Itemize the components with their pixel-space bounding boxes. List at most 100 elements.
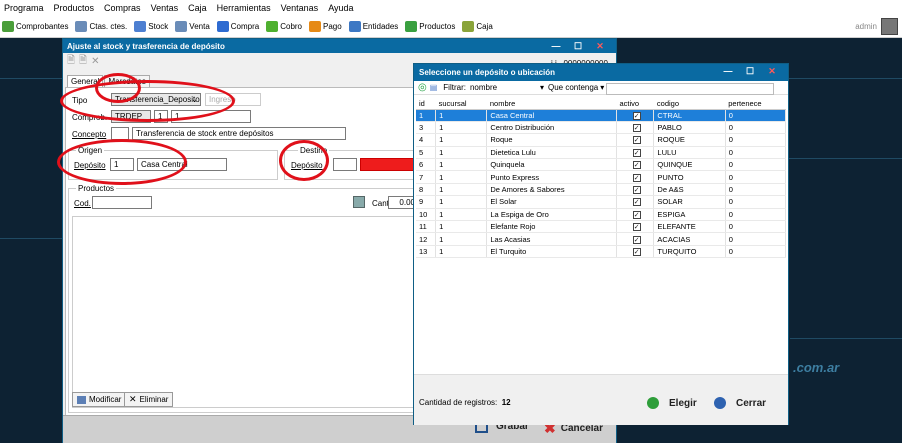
cell-codigo: PUNTO	[653, 170, 726, 184]
close-icon[interactable]: ✕	[91, 56, 99, 67]
cell-pertenece: 0	[725, 195, 787, 209]
whatsapp-icon[interactable]: ◎	[418, 82, 427, 93]
eliminar-button[interactable]: ✕ Eliminar	[124, 392, 174, 407]
checkbox-icon[interactable]: ✓	[632, 148, 641, 157]
table-row[interactable]: 1 1 Casa Central ✓ CTRAL 0	[416, 109, 787, 122]
cell-nombre: Casa Central	[486, 109, 617, 122]
menu-item-compras[interactable]: Compras	[104, 3, 141, 13]
elegir-button[interactable]: Elegir	[647, 397, 697, 409]
export-icon[interactable]: ▤	[430, 83, 438, 92]
table-row[interactable]: 3 1 Centro Distribución ✓ PABLO 0	[416, 121, 787, 135]
checkbox-icon[interactable]: ✓	[632, 173, 641, 182]
delete-icon: ✕	[129, 394, 137, 404]
column-header-codigo[interactable]: codigo	[653, 98, 726, 110]
table-row[interactable]: 6 1 Quinquela ✓ QUINQUE 0	[416, 158, 787, 172]
table-row[interactable]: 13 1 El Turquito ✓ TURQUITO 0	[416, 245, 787, 259]
table-row[interactable]: 8 1 De Amores & Sabores ✓ De A&S 0	[416, 183, 787, 197]
cell-sucursal: 1	[435, 109, 488, 122]
checkbox-icon[interactable]: ✓	[632, 186, 641, 195]
cell-activo: ✓	[616, 220, 655, 234]
table-row[interactable]: 7 1 Punto Express ✓ PUNTO 0	[416, 170, 787, 184]
destino-id-field[interactable]	[333, 158, 357, 171]
cell-activo: ✓	[616, 183, 655, 197]
column-header-id[interactable]: id	[416, 98, 436, 110]
maximize-button[interactable]: ☐	[570, 39, 586, 53]
column-header-sucursal[interactable]: sucursal	[435, 98, 487, 110]
table-row[interactable]: 5 1 Dietetica Lulu ✓ LULU 0	[416, 146, 787, 160]
column-header-activo[interactable]: activo	[616, 98, 654, 110]
filter-field-select[interactable]: nombre	[470, 83, 540, 92]
user-area[interactable]: admin	[855, 18, 898, 35]
toolbar-ctas-ctes-button[interactable]: Ctas. ctes.	[75, 21, 127, 32]
table-row[interactable]: 11 1 Elefante Rojo ✓ ELEFANTE 0	[416, 220, 787, 234]
checkbox-icon[interactable]: ✓	[632, 235, 641, 244]
search-product-icon[interactable]	[353, 196, 365, 208]
close-button[interactable]: ✕	[764, 64, 780, 78]
checkbox-icon[interactable]: ✓	[632, 198, 641, 207]
close-button[interactable]: ✕	[592, 39, 608, 53]
checkbox-icon[interactable]: ✓	[632, 111, 641, 120]
edit-icon[interactable]: 🗎	[79, 53, 87, 70]
concepto-field[interactable]: Transferencia de stock entre depósitos	[132, 127, 346, 140]
toolbar-cajabutton[interactable]: Caja	[462, 21, 493, 32]
cell-pertenece: 0	[725, 232, 787, 246]
maximize-button[interactable]: ☐	[742, 64, 758, 78]
cell-id: 1	[416, 109, 437, 122]
menu-item-ventanas[interactable]: Ventanas	[281, 3, 319, 13]
checkbox-icon[interactable]: ✓	[632, 223, 641, 232]
destino-name-field[interactable]	[360, 158, 420, 171]
checkbox-icon[interactable]: ✓	[632, 210, 641, 219]
menu-item-productos[interactable]: Productos	[54, 3, 95, 13]
edit-icon	[77, 395, 86, 404]
cod-link[interactable]: Cod.	[74, 199, 91, 208]
products-grid[interactable]	[72, 216, 417, 408]
checkbox-icon[interactable]: ✓	[632, 136, 641, 145]
cell-nombre: Elefante Rojo	[486, 220, 617, 234]
cell-codigo: CTRAL	[653, 109, 726, 122]
menu-item-ayuda[interactable]: Ayuda	[328, 3, 353, 13]
table-row[interactable]: 10 1 La Espiga de Oro ✓ ESPIGA 0	[416, 208, 787, 222]
menu-item-caja[interactable]: Caja	[188, 3, 207, 13]
column-header-nombre[interactable]: nombre	[486, 98, 617, 110]
cell-codigo: ELEFANTE	[653, 220, 726, 234]
checkbox-icon[interactable]: ✓	[632, 247, 641, 256]
toolbar-ventabutton[interactable]: Venta	[175, 21, 210, 32]
cell-id: 8	[416, 183, 437, 197]
checkbox-icon[interactable]: ✓	[632, 161, 641, 170]
toolbar-cobrobutton[interactable]: Cobro	[266, 21, 302, 32]
cell-activo: ✓	[616, 208, 655, 222]
toolbar-pagobutton[interactable]: Pago	[309, 21, 342, 32]
cell-id: 6	[416, 158, 437, 172]
money-out-icon	[309, 21, 322, 32]
cell-codigo: QUINQUE	[653, 158, 726, 172]
concepto-link[interactable]: Concepto	[72, 130, 106, 139]
table-row[interactable]: 4 1 Roque ✓ ROQUE 0	[416, 133, 787, 147]
save-icon[interactable]: 🗎	[67, 53, 75, 70]
toolbar-entidadesbutton[interactable]: Entidades	[348, 21, 398, 32]
cerrar-button[interactable]: Cerrar	[714, 397, 766, 409]
menu-item-herramientas[interactable]: Herramientas	[217, 3, 271, 13]
table-row[interactable]: 9 1 El Solar ✓ SOLAR 0	[416, 195, 787, 209]
cod-field[interactable]	[92, 196, 152, 209]
table-row[interactable]: 12 1 Las Acasias ✓ ACACIAS 0	[416, 232, 787, 246]
menu-item-ventas[interactable]: Ventas	[151, 3, 179, 13]
filter-mode-select[interactable]: Que contenga	[548, 83, 598, 92]
deposits-table: id sucursal nombre activo codigo pertenece 11…	[416, 98, 787, 259]
toolbar-comprobantesbutton[interactable]: Comprobantes	[2, 21, 68, 32]
checkbox-icon[interactable]: ✓	[632, 124, 641, 133]
cell-activo: ✓	[616, 245, 655, 259]
minimize-button[interactable]: —	[548, 39, 564, 53]
cart-icon	[216, 21, 229, 32]
cell-activo: ✓	[616, 232, 655, 246]
toolbar-stockbutton[interactable]: Stock	[134, 21, 168, 32]
modificar-button[interactable]: Modificar	[72, 392, 127, 407]
cell-id: 7	[416, 170, 437, 184]
toolbar-productosbutton[interactable]: Productos	[405, 21, 455, 32]
column-header-pertenece[interactable]: pertenece	[725, 98, 786, 110]
menu-item-programa[interactable]: Programa	[4, 3, 44, 13]
filter-input[interactable]	[606, 83, 774, 95]
minimize-button[interactable]: —	[720, 64, 736, 78]
deposit-selector-dialog: Seleccione un depósito o ubicación — ☐ ✕…	[413, 63, 789, 425]
productos-label: Productos	[76, 184, 117, 193]
toolbar-comprabutton[interactable]: Compra	[216, 21, 259, 32]
